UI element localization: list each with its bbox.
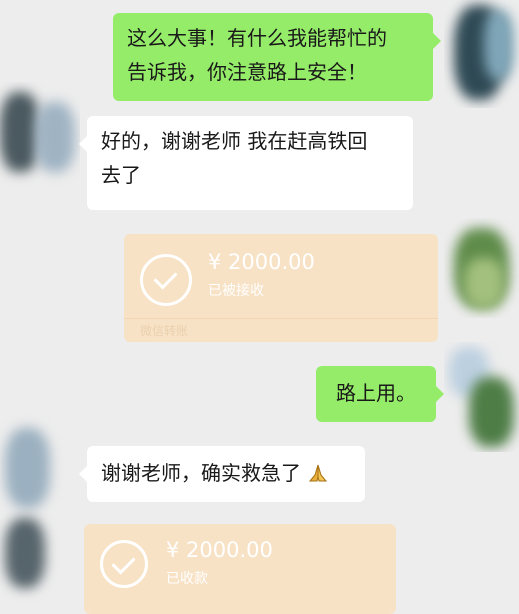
check-circle-icon [100,540,148,588]
message-text: 好的，谢谢老师 我在赶高铁回 [101,129,368,153]
avatar[interactable] [0,408,80,609]
avatar[interactable] [444,342,519,452]
message-text: 告诉我，你注意路上安全！ [127,60,367,84]
avatar[interactable] [444,218,519,318]
avatar[interactable] [444,0,519,108]
transfer-card[interactable]: ¥ 2000.00 已收款 [84,524,396,614]
message-bubble-sent[interactable]: 这么大事！有什么我能帮忙的 告诉我，你注意路上安全！ [113,13,441,101]
message-text: 这么大事！有什么我能帮忙的 [127,26,387,50]
divider [124,318,438,319]
transfer-status: 已收款 [166,571,208,587]
transfer-status: 已被接收 [208,283,264,299]
message-bubble-sent[interactable]: 路上用。 [316,366,444,422]
message-text: 路上用。 [336,381,416,405]
check-circle-icon [140,254,192,306]
message-bubble-received[interactable]: 好的，谢谢老师 我在赶高铁回 去了 [79,116,413,210]
transfer-footer: 微信转账 [140,324,189,338]
avatar[interactable] [0,82,80,190]
transfer-amount: ¥ 2000.00 [166,538,273,562]
message-text: 去了 [101,163,141,187]
transfer-card[interactable]: ¥ 2000.00 已被接收 微信转账 [124,234,438,342]
message-bubble-received[interactable]: 谢谢老师，确实救急了 [79,446,365,502]
transfer-amount: ¥ 2000.00 [208,250,315,274]
folded-hands-icon [307,459,329,482]
message-text: 谢谢老师，确实救急了 [101,461,301,485]
